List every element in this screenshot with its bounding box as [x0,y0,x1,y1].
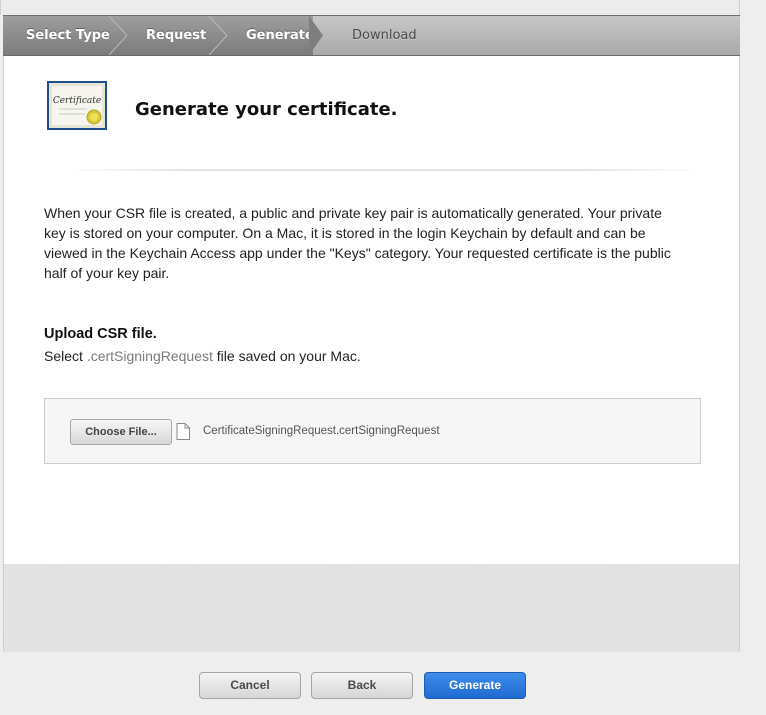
top-strip [0,0,740,15]
description-text: When your CSR file is created, a public … [44,205,671,281]
gray-band [3,564,740,652]
step-separator-chevron [208,16,228,55]
file-upload-box: Choose File... CertificateSigningRequest… [44,398,701,464]
choose-file-button[interactable]: Choose File... [70,419,172,445]
upload-instructions: Select .certSigningRequest file saved on… [44,348,361,364]
step-download: Download [352,28,417,43]
certificate-icon: Certificate [47,81,107,130]
step-separator-chevron [108,16,128,55]
step-generate: Generate [246,28,314,43]
cancel-button[interactable]: Cancel [199,672,301,699]
upload-instructions-suffix: file saved on your Mac. [212,348,361,364]
current-step-arrow [309,16,323,55]
generate-button[interactable]: Generate [424,672,526,699]
step-request: Request [146,28,207,43]
back-button[interactable]: Back [311,672,413,699]
selected-file-name: CertificateSigningRequest.certSigningReq… [203,425,440,437]
main-panel: Certificate Generate your certificate. W… [3,56,740,564]
file-extension-text: .certSigningRequest [86,348,213,364]
upload-heading: Upload CSR file. [44,326,157,342]
step-select-type: Select Type [26,28,110,43]
certificate-icon-text: Certificate [53,96,101,106]
divider [64,169,704,171]
step-progress-bar: Select Type Request Generate Download [3,15,740,56]
upload-instructions-prefix: Select [44,348,87,364]
footer-actions: Cancel Back Generate [0,652,766,715]
page-title: Generate your certificate. [135,99,398,120]
document-icon [176,423,190,440]
